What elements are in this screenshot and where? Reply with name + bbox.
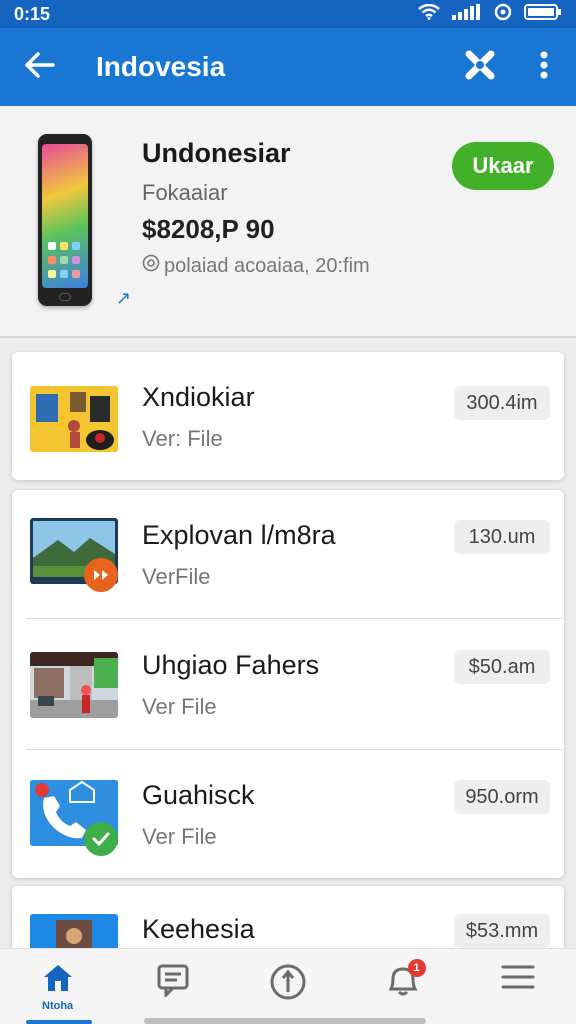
- size-badge: 300.4im: [454, 386, 550, 420]
- play-badge-icon: [84, 558, 118, 592]
- compass-icon: [269, 963, 307, 1006]
- nav-home[interactable]: Ntoha: [0, 949, 115, 1024]
- nav-messages[interactable]: [115, 949, 230, 1024]
- item-title: Uhgiao Fahers: [142, 650, 320, 680]
- home-icon: [42, 963, 74, 998]
- bottom-navigation: Ntoha 1: [0, 948, 576, 1024]
- notification-count-badge: 1: [407, 959, 426, 977]
- close-button[interactable]: [448, 28, 512, 106]
- item-thumbnail: [30, 386, 118, 452]
- nav-explore[interactable]: [230, 949, 345, 1024]
- size-badge: 130.um: [454, 520, 550, 554]
- size-badge: $53.mm: [454, 914, 550, 948]
- product-price: $8208,P 90: [142, 214, 275, 244]
- active-indicator: [26, 1020, 92, 1024]
- product-image: [38, 134, 92, 306]
- list-card: Keehesia $53.mm: [12, 886, 564, 948]
- chat-icon: [156, 963, 190, 1002]
- check-badge-icon: [84, 822, 118, 856]
- item-title: Guahisck: [142, 780, 255, 810]
- nav-menu[interactable]: [461, 949, 576, 1024]
- status-bar: 0:15: [0, 0, 576, 28]
- wifi-icon: [418, 3, 440, 25]
- item-subtitle: Ver File: [142, 694, 217, 719]
- size-badge: $50.am: [454, 650, 550, 684]
- list-item[interactable]: Xndiokiar Ver: File 300.4im: [12, 352, 564, 480]
- product-meta-text: polaiad acoaiaa, 20:fim: [164, 254, 370, 277]
- nav-home-label: Ntoha: [42, 1000, 74, 1012]
- product-subtitle: Fokaaiar: [142, 180, 228, 205]
- list-item[interactable]: Uhgiao Fahers Ver File $50.am: [12, 620, 564, 750]
- battery-icon: [524, 3, 562, 26]
- signal-icon: [452, 3, 482, 25]
- list-item[interactable]: Explovan l/m8ra VerFile 130.um: [12, 490, 564, 620]
- menu-icon: [501, 963, 535, 996]
- status-button[interactable]: Ukaar: [452, 142, 554, 190]
- more-vert-icon: [540, 51, 548, 84]
- status-time: 0:15: [14, 3, 51, 24]
- app-bar: Indovesia: [0, 28, 576, 106]
- gesture-bar: [144, 1018, 426, 1024]
- list-card: Xndiokiar Ver: File 300.4im: [12, 352, 564, 480]
- item-thumbnail: [30, 914, 118, 948]
- product-meta: polaiad acoaiaa, 20:fim: [142, 254, 370, 278]
- item-thumbnail: [30, 652, 118, 718]
- list-card: Explovan l/m8ra VerFile 130.um Uhgiao Fa…: [12, 490, 564, 878]
- size-badge: 950.orm: [454, 780, 550, 814]
- item-title: Keehesia: [142, 914, 255, 944]
- alarm-icon: [494, 3, 512, 26]
- list-item[interactable]: Keehesia $53.mm: [12, 886, 564, 948]
- item-title: Explovan l/m8ra: [142, 520, 336, 550]
- nav-notifications[interactable]: 1: [346, 949, 461, 1024]
- item-subtitle: Ver File: [142, 824, 217, 849]
- back-button[interactable]: [0, 28, 80, 106]
- back-arrow-icon: [25, 51, 55, 83]
- close-x-icon: [463, 49, 497, 86]
- link-icon: ↗: [116, 288, 132, 308]
- item-title: Xndiokiar: [142, 382, 255, 412]
- list-item[interactable]: Guahisck Ver File 950.orm: [12, 750, 564, 880]
- item-subtitle: VerFile: [142, 564, 211, 589]
- item-subtitle: Ver: File: [142, 426, 223, 451]
- more-options-button[interactable]: [512, 28, 576, 106]
- product-title: Undonesiar: [142, 138, 291, 168]
- page-title: Indovesia: [96, 51, 226, 82]
- copyright-icon: [142, 254, 160, 278]
